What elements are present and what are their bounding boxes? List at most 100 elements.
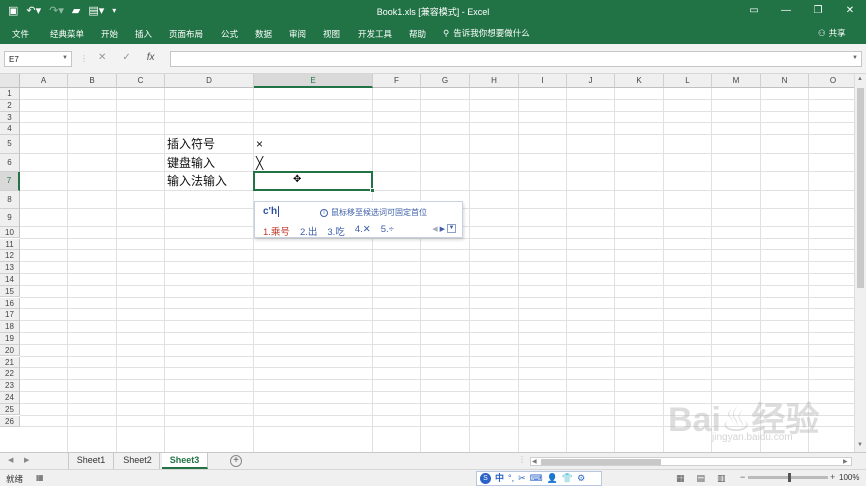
sheet-tab-sheet2[interactable]: Sheet2 [116, 453, 160, 469]
row-header[interactable]: 8 [0, 190, 20, 209]
row-header[interactable]: 1 [0, 88, 20, 100]
cell-d5[interactable]: 插入符号 [167, 135, 215, 154]
column-header[interactable]: I [519, 74, 567, 88]
row-header[interactable]: 23 [0, 380, 20, 392]
vertical-scrollbar[interactable]: ▲ ▼ [854, 74, 866, 452]
column-header[interactable]: C [117, 74, 165, 88]
column-header[interactable]: H [470, 74, 519, 88]
ribbon-display-icon[interactable]: ▭ [738, 0, 770, 22]
ime-keyboard-icon[interactable]: ⌨ [530, 472, 543, 485]
row-header[interactable]: 3 [0, 111, 20, 124]
column-header[interactable]: E [254, 74, 373, 88]
tab-file[interactable]: 文件 [12, 28, 29, 40]
scroll-left-icon[interactable]: ◀ [532, 458, 537, 465]
prev-page-icon[interactable]: ◀ [432, 225, 437, 233]
column-header[interactable]: N [761, 74, 809, 88]
normal-view-icon[interactable]: ▦ [676, 473, 685, 484]
zoom-slider[interactable] [748, 473, 828, 482]
row-header[interactable]: 11 [0, 238, 20, 251]
row-header[interactable]: 16 [0, 297, 20, 310]
tab-formulas[interactable]: 公式 [221, 28, 238, 40]
macro-record-icon[interactable]: ▦ [36, 473, 44, 482]
zoom-thumb[interactable] [788, 473, 791, 482]
minimize-icon[interactable]: — [770, 0, 802, 22]
tab-help[interactable]: 帮助 [409, 28, 426, 40]
ime-skin-icon[interactable]: 👕 [562, 472, 573, 485]
column-header[interactable]: L [664, 74, 712, 88]
enter-icon[interactable]: ✓ [122, 52, 130, 64]
column-header[interactable]: D [165, 74, 254, 88]
row-header[interactable]: 5 [0, 135, 20, 154]
ime-user-icon[interactable]: 👤 [547, 472, 558, 485]
row-header[interactable]: 19 [0, 332, 20, 345]
row-header[interactable]: 6 [0, 153, 20, 173]
row-header[interactable]: 12 [0, 250, 20, 263]
sheet-tab-sheet3[interactable]: Sheet3 [162, 453, 208, 469]
row-header[interactable]: 7 [0, 172, 20, 191]
tab-insert[interactable]: 插入 [135, 28, 152, 40]
row-header[interactable]: 14 [0, 273, 20, 286]
restore-icon[interactable]: ❐ [802, 0, 834, 22]
next-page-icon[interactable]: ▶ [440, 225, 445, 233]
ime-candidate[interactable]: 5.÷ [381, 224, 394, 238]
page-break-view-icon[interactable]: ▥ [717, 473, 726, 484]
ime-scissors-icon[interactable]: ✂ [518, 472, 526, 485]
horizontal-scrollbar[interactable]: ◀ ▶ [530, 457, 852, 466]
page-layout-view-icon[interactable]: ▤ [697, 473, 706, 484]
row-header[interactable]: 10 [0, 226, 20, 239]
tab-developer[interactable]: 开发工具 [358, 28, 392, 40]
column-header[interactable]: J [567, 74, 615, 88]
row-header[interactable]: 20 [0, 344, 20, 357]
zoom-in-icon[interactable]: + [830, 472, 835, 482]
row-header[interactable]: 24 [0, 391, 20, 404]
tab-page-layout[interactable]: 页面布局 [169, 28, 203, 40]
fill-handle[interactable] [370, 187, 375, 193]
scroll-right-icon[interactable]: ▶ [843, 458, 848, 465]
split-handle-icon[interactable]: ⋮ [518, 455, 526, 464]
share-button[interactable]: ⚇ 共享 [818, 27, 846, 39]
row-header[interactable]: 22 [0, 368, 20, 381]
ime-settings-icon[interactable]: ⚙ [577, 472, 585, 485]
close-icon[interactable]: ✕ [834, 0, 866, 22]
expand-icon[interactable]: ▼ [447, 224, 456, 233]
cancel-icon[interactable]: ✕ [98, 52, 106, 64]
scroll-up-icon[interactable]: ▲ [857, 76, 863, 82]
cell-e5[interactable]: × [256, 135, 263, 154]
ime-candidate[interactable]: 1.乘号 [263, 224, 290, 238]
row-header[interactable]: 26 [0, 415, 20, 428]
ime-candidate[interactable]: 4.✕ [355, 224, 371, 238]
tell-me-box[interactable]: ⚲ 告诉我你想要做什么 [443, 27, 530, 39]
row-header[interactable]: 17 [0, 309, 20, 322]
tab-data[interactable]: 数据 [255, 28, 272, 40]
cell-e6[interactable]: ╳ [256, 154, 263, 173]
active-cell[interactable] [253, 171, 373, 191]
column-header[interactable]: F [373, 74, 421, 88]
row-header[interactable]: 9 [0, 208, 20, 227]
sheet-tab-sheet1[interactable]: Sheet1 [68, 453, 114, 469]
next-sheet-icon[interactable]: ▶ [24, 456, 29, 464]
row-header[interactable]: 2 [0, 99, 20, 112]
column-header[interactable]: B [68, 74, 117, 88]
row-header[interactable]: 15 [0, 285, 20, 298]
insert-function-icon[interactable]: fx [147, 52, 155, 64]
formula-input[interactable]: ▼ [170, 51, 862, 67]
ime-mode-chinese[interactable]: 中 [495, 472, 504, 485]
select-all-corner[interactable] [0, 74, 20, 88]
zoom-out-icon[interactable]: − [740, 472, 745, 482]
expand-formula-icon[interactable]: ▼ [852, 55, 858, 61]
name-box[interactable]: E7 ▼ [4, 51, 72, 67]
column-header[interactable]: G [421, 74, 470, 88]
column-header[interactable]: O [809, 74, 854, 88]
chevron-down-icon[interactable]: ▼ [62, 55, 68, 61]
tab-classic-menu[interactable]: 经典菜单 [50, 28, 84, 40]
ime-punctuation-icon[interactable]: °, [508, 472, 514, 485]
column-header[interactable]: A [20, 74, 68, 88]
ime-candidate[interactable]: 3.吃 [327, 224, 344, 238]
column-header[interactable]: M [712, 74, 761, 88]
ime-candidate[interactable]: 2.出 [300, 224, 317, 238]
row-header[interactable]: 25 [0, 403, 20, 416]
scroll-down-icon[interactable]: ▼ [857, 442, 863, 448]
cell-d7[interactable]: 输入法输入 [167, 172, 227, 191]
horizontal-scroll-thumb[interactable] [541, 459, 661, 465]
add-sheet-icon[interactable]: + [230, 455, 242, 467]
